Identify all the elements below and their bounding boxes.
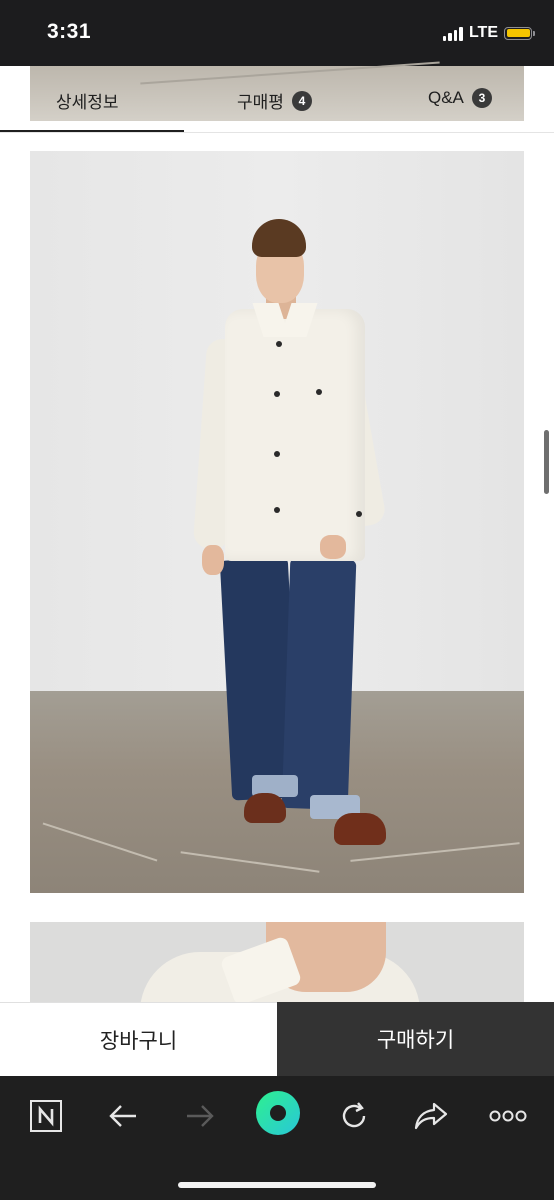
share-icon[interactable] — [409, 1094, 453, 1138]
scrollbar[interactable] — [544, 430, 549, 494]
naver-home-icon[interactable] — [24, 1094, 68, 1138]
product-photo-full-body — [30, 151, 524, 893]
tab-qna-label: Q&A — [428, 88, 464, 107]
buy-now-button[interactable]: 구매하기 — [277, 1002, 554, 1076]
qna-count-badge: 3 — [471, 88, 492, 108]
status-time: 3:31 — [47, 20, 92, 43]
network-label: LTE — [468, 24, 498, 41]
tab-reviews[interactable]: 구매평 4 — [237, 88, 312, 113]
signal-icon — [442, 25, 463, 41]
status-indicators: LTE — [442, 24, 535, 42]
tab-details-label: 상세정보 — [56, 93, 119, 112]
battery-icon — [504, 26, 535, 40]
tab-qna[interactable]: Q&A 3 — [428, 88, 492, 108]
add-to-cart-button[interactable]: 장바구니 — [0, 1002, 277, 1076]
more-icon[interactable] — [486, 1094, 530, 1138]
reload-icon[interactable] — [332, 1094, 376, 1138]
product-photo-collar-detail — [30, 922, 524, 1002]
home-indicator[interactable] — [178, 1182, 376, 1188]
tab-reviews-label: 구매평 — [237, 93, 284, 112]
product-tab-bar: 상세정보 구매평 4 Q&A 3 — [0, 66, 554, 133]
forward-arrow-icon[interactable] — [178, 1094, 222, 1138]
reviews-count-badge: 4 — [291, 90, 312, 111]
status-bar: 3:31 LTE — [0, 0, 554, 66]
active-tab-indicator — [0, 130, 184, 132]
model-figure — [30, 151, 524, 893]
back-arrow-icon[interactable] — [101, 1094, 145, 1138]
tab-details[interactable]: 상세정보 — [56, 88, 119, 113]
green-dot-icon[interactable] — [255, 1090, 301, 1136]
